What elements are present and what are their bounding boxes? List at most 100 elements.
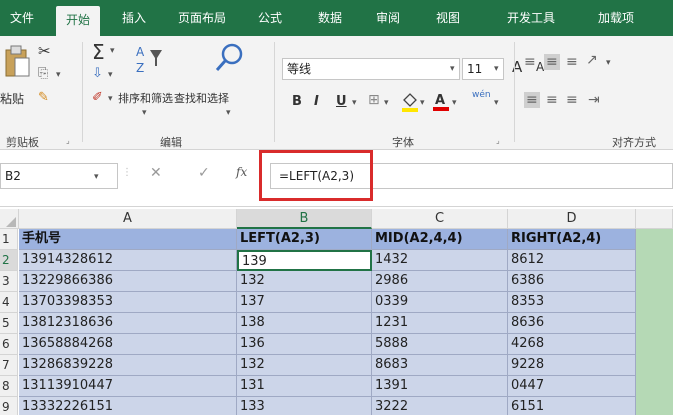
format-painter-icon[interactable]: ✎ <box>38 90 49 105</box>
row-header[interactable]: 3 <box>0 271 18 292</box>
table-cell[interactable]: 138 <box>237 313 372 334</box>
table-cell[interactable]: 13812318636 <box>19 313 237 334</box>
tab-data[interactable]: 数据 <box>308 0 352 36</box>
table-cell[interactable]: 9228 <box>508 355 636 376</box>
sort-filter-dropdown-icon[interactable]: ▾ <box>142 108 147 118</box>
table-cell[interactable]: 2986 <box>372 271 508 292</box>
row-header[interactable]: 2 <box>0 250 18 271</box>
copy-icon[interactable]: ⎘ <box>38 66 48 81</box>
column-header-a[interactable]: A <box>19 209 237 229</box>
border-icon[interactable]: ⊞ <box>368 92 380 108</box>
resize-handle-icon[interactable]: ⋮ <box>122 167 132 178</box>
orientation-icon[interactable]: ↗ <box>586 52 598 68</box>
cancel-icon[interactable]: ✕ <box>150 165 162 181</box>
tab-formulas[interactable]: 公式 <box>248 0 292 36</box>
table-cell[interactable]: 13113910447 <box>19 376 237 397</box>
table-cell[interactable]: 13703398353 <box>19 292 237 313</box>
font-color-dropdown-icon[interactable]: ▾ <box>452 98 457 108</box>
table-cell[interactable]: 13229866386 <box>19 271 237 292</box>
table-cell[interactable]: 137 <box>237 292 372 313</box>
find-select-button[interactable]: 查找和选择 <box>174 90 229 106</box>
table-cell[interactable]: 0339 <box>372 292 508 313</box>
paste-button[interactable] <box>4 44 32 87</box>
column-header-b[interactable]: B <box>237 209 372 229</box>
table-cell[interactable]: 1391 <box>372 376 508 397</box>
border-dropdown-icon[interactable]: ▾ <box>384 98 389 108</box>
table-cell[interactable]: 131 <box>237 376 372 397</box>
row-header[interactable]: 7 <box>0 355 18 376</box>
tab-add-ins[interactable]: 加载项 <box>588 0 644 36</box>
table-header-cell[interactable]: MID(A2,4,4) <box>372 229 508 250</box>
table-cell[interactable]: 4268 <box>508 334 636 355</box>
table-header-cell[interactable]: RIGHT(A2,4) <box>508 229 636 250</box>
fill-icon[interactable]: ⇩ <box>92 66 103 81</box>
sort-filter-icon[interactable]: A Z <box>134 42 164 79</box>
row-header[interactable]: 1 <box>0 229 18 250</box>
table-cell[interactable]: 8636 <box>508 313 636 334</box>
font-dialog-launcher-icon[interactable]: ⌟ <box>496 136 500 145</box>
cut-icon[interactable]: ✂ <box>38 42 51 60</box>
tab-file[interactable]: 文件 <box>4 0 40 36</box>
align-left-icon[interactable]: ≡ <box>524 92 540 108</box>
font-name-select[interactable]: 等线 <box>282 58 460 80</box>
row-header[interactable]: 6 <box>0 334 18 355</box>
table-cell[interactable]: 8683 <box>372 355 508 376</box>
underline-dropdown-icon[interactable]: ▾ <box>352 98 357 108</box>
row-header[interactable]: 9 <box>0 397 18 415</box>
row-header[interactable]: 4 <box>0 292 18 313</box>
bold-button[interactable]: B <box>292 94 302 109</box>
clear-icon[interactable]: ✐ <box>92 90 103 105</box>
underline-button[interactable]: U <box>336 94 347 109</box>
find-select-dropdown-icon[interactable]: ▾ <box>226 108 231 118</box>
table-cell[interactable]: 132 <box>237 271 372 292</box>
tab-review[interactable]: 审阅 <box>366 0 410 36</box>
enter-check-icon[interactable]: ✓ <box>198 165 210 181</box>
phonetic-guide-icon[interactable]: wén <box>472 90 491 100</box>
table-cell[interactable]: 1432 <box>372 250 508 271</box>
sort-filter-button[interactable]: 排序和筛选 <box>118 90 173 106</box>
insert-function-button[interactable]: fx <box>236 165 247 179</box>
table-cell[interactable]: 6151 <box>508 397 636 415</box>
table-cell[interactable]: 8612 <box>508 250 636 271</box>
column-header-c[interactable]: C <box>372 209 508 229</box>
tab-developer[interactable]: 开发工具 <box>496 0 566 36</box>
table-cell[interactable]: 6386 <box>508 271 636 292</box>
table-cell[interactable]: 13658884268 <box>19 334 237 355</box>
align-center-icon[interactable]: ≡ <box>546 92 558 108</box>
font-name-dropdown-icon[interactable]: ▾ <box>450 64 455 74</box>
column-header-d[interactable]: D <box>508 209 636 229</box>
fill-color-dropdown-icon[interactable]: ▾ <box>420 98 425 108</box>
find-select-icon[interactable] <box>214 42 244 77</box>
shrink-font-icon[interactable]: A <box>536 60 544 74</box>
table-cell[interactable]: 3222 <box>372 397 508 415</box>
autosum-icon[interactable]: Σ <box>92 40 105 64</box>
align-right-icon[interactable]: ≡ <box>566 92 578 108</box>
italic-button[interactable]: I <box>314 94 319 109</box>
indent-icon[interactable]: ⇥ <box>588 92 600 108</box>
row-header[interactable]: 5 <box>0 313 18 334</box>
column-header-e[interactable] <box>636 209 673 229</box>
copy-dropdown-icon[interactable]: ▾ <box>56 70 61 80</box>
table-cell[interactable]: 1231 <box>372 313 508 334</box>
clear-dropdown-icon[interactable]: ▾ <box>108 94 113 104</box>
table-header-cell[interactable]: LEFT(A2,3) <box>237 229 372 250</box>
table-cell[interactable]: 13286839228 <box>19 355 237 376</box>
table-cell[interactable]: 13914328612 <box>19 250 237 271</box>
tab-insert[interactable]: 插入 <box>112 0 156 36</box>
table-cell[interactable]: 13332226151 <box>19 397 237 415</box>
table-cell[interactable]: 136 <box>237 334 372 355</box>
table-cell[interactable]: 132 <box>237 355 372 376</box>
clipboard-dialog-launcher-icon[interactable]: ⌟ <box>66 136 70 145</box>
table-cell[interactable]: 5888 <box>372 334 508 355</box>
phonetic-dropdown-icon[interactable]: ▾ <box>494 98 499 108</box>
font-size-dropdown-icon[interactable]: ▾ <box>494 64 499 74</box>
tab-view[interactable]: 视图 <box>426 0 470 36</box>
name-box[interactable]: B2 <box>0 163 118 189</box>
name-box-dropdown-icon[interactable]: ▾ <box>94 172 99 182</box>
align-bottom-icon[interactable]: ≡ <box>566 54 578 70</box>
table-cell[interactable]: 8353 <box>508 292 636 313</box>
table-header-cell[interactable]: 手机号 <box>19 229 237 250</box>
row-header[interactable]: 8 <box>0 376 18 397</box>
font-color-icon[interactable]: A <box>432 90 450 115</box>
tab-home[interactable]: 开始 <box>56 6 100 36</box>
